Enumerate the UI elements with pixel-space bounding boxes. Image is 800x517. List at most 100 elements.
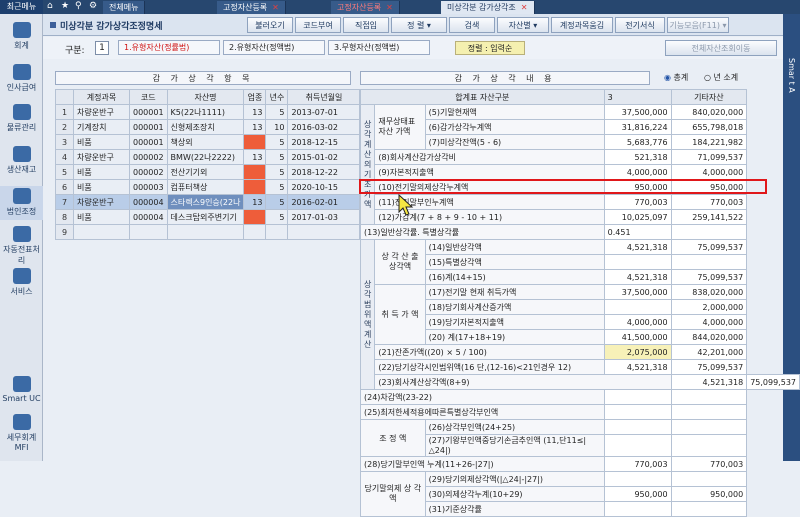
- mouse-cursor-icon: [398, 194, 414, 216]
- detail-row[interactable]: (13)일반상각률. 특별상각률 0.451: [360, 224, 800, 240]
- tangible-declining-option[interactable]: 1.유형자산(정률법): [118, 40, 220, 55]
- table-row-selected[interactable]: 7 차량운반구 000004 스타렉스9인승(22나 13 5 2016-02-01: [55, 194, 361, 210]
- tab-fixed-asset-1[interactable]: 고정자산등록 ✕: [217, 1, 286, 14]
- total-radio[interactable]: ◉ 총계: [664, 72, 688, 83]
- depreciation-detail-table: 합계표 자산구분 3 기타자산 상각계산의기초가액 재무상태표 자산 가액 (5)기말현…: [359, 89, 800, 517]
- year-subtotal-radio[interactable]: ○ 년 소계: [704, 72, 738, 83]
- detail-header-row: 합계표 자산구분 3 기타자산: [360, 89, 800, 105]
- detail-row[interactable]: (22)당기상각시인범위액(16 단,(12-16)<21인경우 12) 4,52…: [361, 359, 800, 375]
- detail-row[interactable]: (25)최저한세적용에따른특별상각부인액: [360, 404, 800, 420]
- journal-icon: [12, 226, 31, 242]
- col-industry: 업종: [243, 89, 267, 105]
- detail-row[interactable]: (27)기왕부인액중당기손금추인액 (11,단11≤|△24|): [361, 434, 800, 457]
- ledger-icon: [12, 22, 31, 38]
- division-input[interactable]: 1: [95, 41, 109, 55]
- close-icon[interactable]: ✕: [272, 3, 279, 12]
- radio-unchecked-icon: ○: [704, 73, 711, 82]
- title-toolbar: 미상각분 감가상각조정명세 불러오기 코드부여 직접입 정 렬 ▾ 검색 자산별…: [43, 14, 783, 36]
- detail-row[interactable]: 상각범위액계산 상 각 산 출 상각액 (14)일반상각액 4,521,318 75,0…: [359, 239, 800, 390]
- factory-icon: [12, 146, 31, 162]
- detail-row[interactable]: (30)의제상각누계(10+29) 950,000 950,000: [361, 486, 800, 502]
- tax-icon: [12, 414, 31, 430]
- sidebar-item-accounting[interactable]: 회계: [0, 22, 43, 51]
- table-row[interactable]: 6 비품 000003 컴퓨터책상 5 2020-10-15: [55, 179, 361, 195]
- people-icon: [12, 104, 31, 120]
- detail-row[interactable]: (24)차감액(23-22): [360, 389, 800, 405]
- building-icon: [12, 188, 31, 204]
- col-code: 코드: [129, 89, 168, 105]
- detail-row[interactable]: (21)잔존가액((20) × 5 / 100) 2,075,000 42,201,…: [361, 344, 800, 360]
- sidebar-item-logistics[interactable]: 물류관리: [0, 104, 43, 133]
- sort-dropdown[interactable]: 정 렬 ▾: [391, 17, 447, 33]
- asset-table: 계정과목 코드 자산명 업종 년수 취득년월일 1 차량운반구 000001 K5(2…: [55, 89, 361, 240]
- right-panel-title: 감 가 상 각 내 용: [360, 71, 650, 85]
- table-row[interactable]: 9: [55, 224, 361, 240]
- move-account-button[interactable]: 계정과목움김: [551, 17, 613, 33]
- table-row[interactable]: 5 비품 000002 전산기기외 5 2018-12-22: [55, 164, 361, 180]
- col-years: 년수: [265, 89, 289, 105]
- table-row[interactable]: 3 비품 000001 책상외 5 2018-12-15: [55, 134, 361, 150]
- radio-checked-icon: ◉: [664, 73, 671, 82]
- home-icon[interactable]: ⌂: [47, 1, 53, 11]
- table-row[interactable]: 1 차량운반구 000001 K5(22나1111) 13 5 2013-07-01: [55, 104, 361, 120]
- load-button[interactable]: 불러오기: [247, 17, 293, 33]
- detail-row[interactable]: (12)가감계(7 + 8 + 9 - 10 + 11) 10,025,097 25…: [361, 209, 800, 225]
- detail-row[interactable]: 조 정 액 (26)상각부인액(24+25): [360, 419, 800, 457]
- sidebar-item-hr[interactable]: 인사급여: [0, 64, 43, 93]
- sidebar-item-production[interactable]: 생산재고: [0, 146, 43, 175]
- search-button[interactable]: 검색: [449, 17, 495, 33]
- intangible-straight-option[interactable]: 3.무형자산(정액법): [328, 40, 430, 55]
- detail-row[interactable]: (16)계(14+15) 4,521,318 75,099,537: [361, 269, 800, 285]
- highlight-box: [359, 179, 767, 194]
- person-icon: [12, 64, 31, 80]
- title-bullet-icon: [50, 22, 56, 28]
- assign-code-button[interactable]: 코드부여: [295, 17, 341, 33]
- table-row[interactable]: 8 비품 000004 데스크탑외주변기기 5 2017-01-03: [55, 209, 361, 225]
- detail-row[interactable]: (20) 계(17+18+19) 41,500,000 844,020,000: [361, 329, 800, 345]
- direct-input-button[interactable]: 직접입: [343, 17, 389, 33]
- detail-row[interactable]: (6)감가상각누계액 31,816,224 655,798,018: [361, 119, 800, 135]
- settings-icon[interactable]: ⚙: [89, 1, 97, 11]
- close-icon[interactable]: ✕: [521, 3, 528, 12]
- detail-row[interactable]: (31)기준상각률: [361, 501, 800, 517]
- search-icon[interactable]: ⚲: [75, 1, 82, 11]
- division-label: 구분:: [65, 46, 85, 56]
- sort-status-badge: 정렬 : 입력순: [455, 41, 525, 55]
- uc-icon: [12, 376, 31, 392]
- tangible-straight-option[interactable]: 2.유형자산(정액법): [223, 40, 325, 55]
- table-header-row: 계정과목 코드 자산명 업종 년수 취득년월일: [55, 89, 361, 105]
- tab-fixed-asset-2[interactable]: 고정자산등록 ✕: [331, 1, 400, 14]
- sidebar-item-service[interactable]: 서비스: [0, 268, 43, 297]
- view-all-assets-button[interactable]: 전체자산조회이동: [665, 40, 777, 56]
- tab-depreciation[interactable]: 미상각분 감가상각조 ✕: [441, 1, 535, 14]
- sidebar-item-corporate-adjust[interactable]: 법인조정: [0, 186, 43, 220]
- by-asset-dropdown[interactable]: 자산별 ▾: [497, 17, 549, 33]
- detail-row[interactable]: (18)당기회사계산증가액 2,000,000: [361, 299, 800, 315]
- detail-row[interactable]: 취 득 가 액 (17)전기말 현재 취득가액 37,500,000 838,020,…: [361, 284, 800, 345]
- detail-row[interactable]: (15)특별상각액: [361, 254, 800, 270]
- close-icon[interactable]: ✕: [386, 3, 393, 12]
- sidebar-item-tax-mfi[interactable]: 세무회계MFI: [0, 414, 43, 452]
- star-icon[interactable]: ★: [61, 1, 69, 11]
- detail-row[interactable]: (8)회사계산감가상각비 521,318 71,099,537: [361, 149, 800, 165]
- detail-row[interactable]: (7)미상각잔액(5 - 6) 5,683,776 184,221,982: [361, 134, 800, 150]
- sidebar-item-auto-journal[interactable]: 자동전표처리: [0, 226, 43, 266]
- tab-full-menu[interactable]: 전체메뉴: [103, 1, 146, 14]
- function-menu-button[interactable]: 기능모음(F11) ▾: [667, 17, 729, 33]
- table-row[interactable]: 4 차량운반구 000002 BMW(22나2222) 13 5 2015-01-02: [55, 149, 361, 165]
- detail-row[interactable]: 상각계산의기초가액 재무상태표 자산 가액 (5)기말현재액 37,500,000 84…: [359, 104, 800, 225]
- monitor-icon: [12, 268, 31, 284]
- options-bar: 구분: 1 1.유형자산(정률법) 2.유형자산(정액법) 3.무형자산(정액법…: [43, 37, 783, 59]
- recent-menu-button[interactable]: 최근메뉴: [0, 0, 43, 14]
- col-asset-name: 자산명: [166, 89, 245, 105]
- detail-row[interactable]: (19)당기자본적지출액 4,000,000 4,000,000: [361, 314, 800, 330]
- sidebar-item-smart-uc[interactable]: Smart UC: [0, 376, 43, 403]
- detail-row[interactable]: (28)당기말부인액 누계(11+26-|27|) 770,003 770,003: [360, 456, 800, 472]
- prior-form-button[interactable]: 전기서식: [615, 17, 665, 33]
- detail-row[interactable]: (9)자본적지출액 4,000,000 4,000,000: [361, 164, 800, 180]
- page-title: 미상각분 감가상각조정명세: [60, 22, 163, 32]
- detail-row[interactable]: 당기말의제 상 각 액 (29)당기의제상각액(|△24|-|27|): [360, 471, 800, 517]
- detail-row-prior-disallowed[interactable]: (11)전기말부인누계액 770,003 770,003: [361, 194, 800, 210]
- detail-row[interactable]: (23)회사계산상각액(8+9) 4,521,318 75,099,537: [361, 374, 800, 390]
- table-row[interactable]: 2 기계장치 000001 신형제조장치 13 10 2016-03-02: [55, 119, 361, 135]
